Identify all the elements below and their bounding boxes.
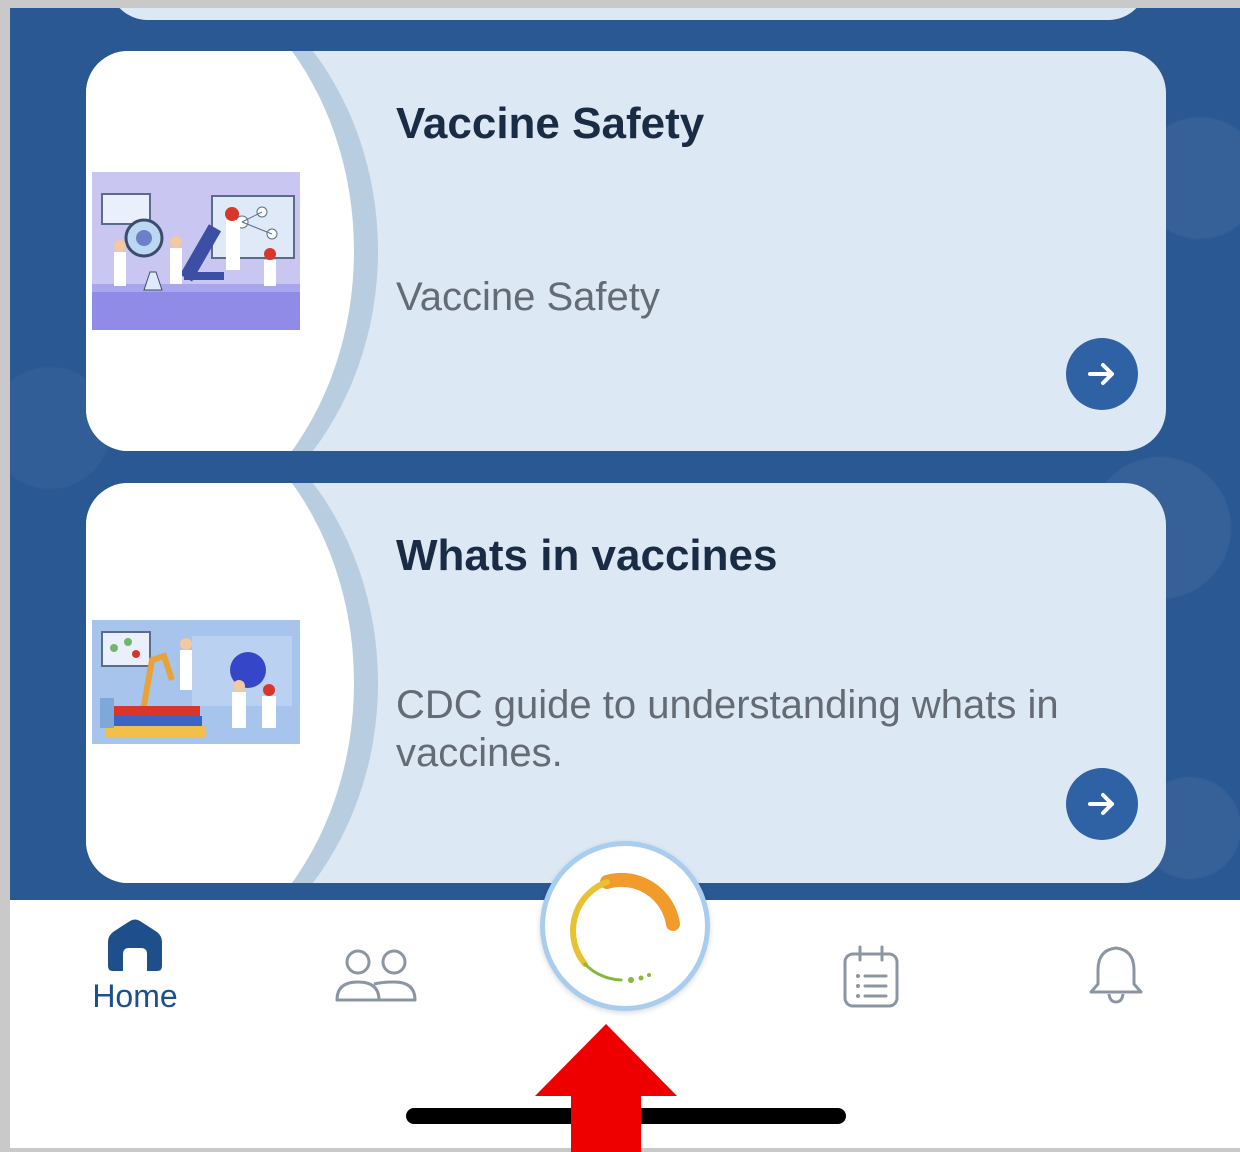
- center-app-button[interactable]: [540, 841, 710, 1011]
- lab-research-illustration: [92, 620, 300, 744]
- arrow-right-icon: [1088, 363, 1114, 385]
- card-title: Vaccine Safety: [396, 99, 705, 148]
- open-card-button[interactable]: [1066, 338, 1138, 410]
- card-title: Whats in vaccines: [396, 531, 778, 580]
- scientists-lab-illustration: [92, 172, 300, 330]
- nav-item-schedule[interactable]: [840, 944, 902, 1010]
- nav-item-notifications[interactable]: [1086, 944, 1146, 1006]
- app-screen: Vaccine Safety Vaccine Safety Whats in v…: [10, 8, 1240, 1148]
- open-card-button[interactable]: [1066, 768, 1138, 840]
- arrow-right-icon: [1088, 793, 1114, 815]
- home-icon: [108, 919, 162, 971]
- bell-icon: [1089, 946, 1143, 1004]
- annotation-arrow-icon: [535, 1024, 677, 1152]
- card-description: Vaccine Safety: [396, 275, 660, 319]
- previous-card-edge: [108, 8, 1148, 20]
- app-logo-icon: [570, 872, 680, 983]
- nav-item-home[interactable]: Home: [80, 918, 190, 1015]
- people-icon: [335, 949, 417, 1002]
- topic-card-whats-in-vaccines[interactable]: Whats in vaccines CDC guide to understan…: [86, 483, 1166, 883]
- calendar-list-icon: [843, 945, 899, 1008]
- topic-card-vaccine-safety[interactable]: Vaccine Safety Vaccine Safety: [86, 51, 1166, 451]
- card-description: CDC guide to understanding whats in vacc…: [396, 683, 1059, 775]
- nav-home-label: Home: [92, 978, 178, 1014]
- nav-item-people[interactable]: [334, 948, 418, 1004]
